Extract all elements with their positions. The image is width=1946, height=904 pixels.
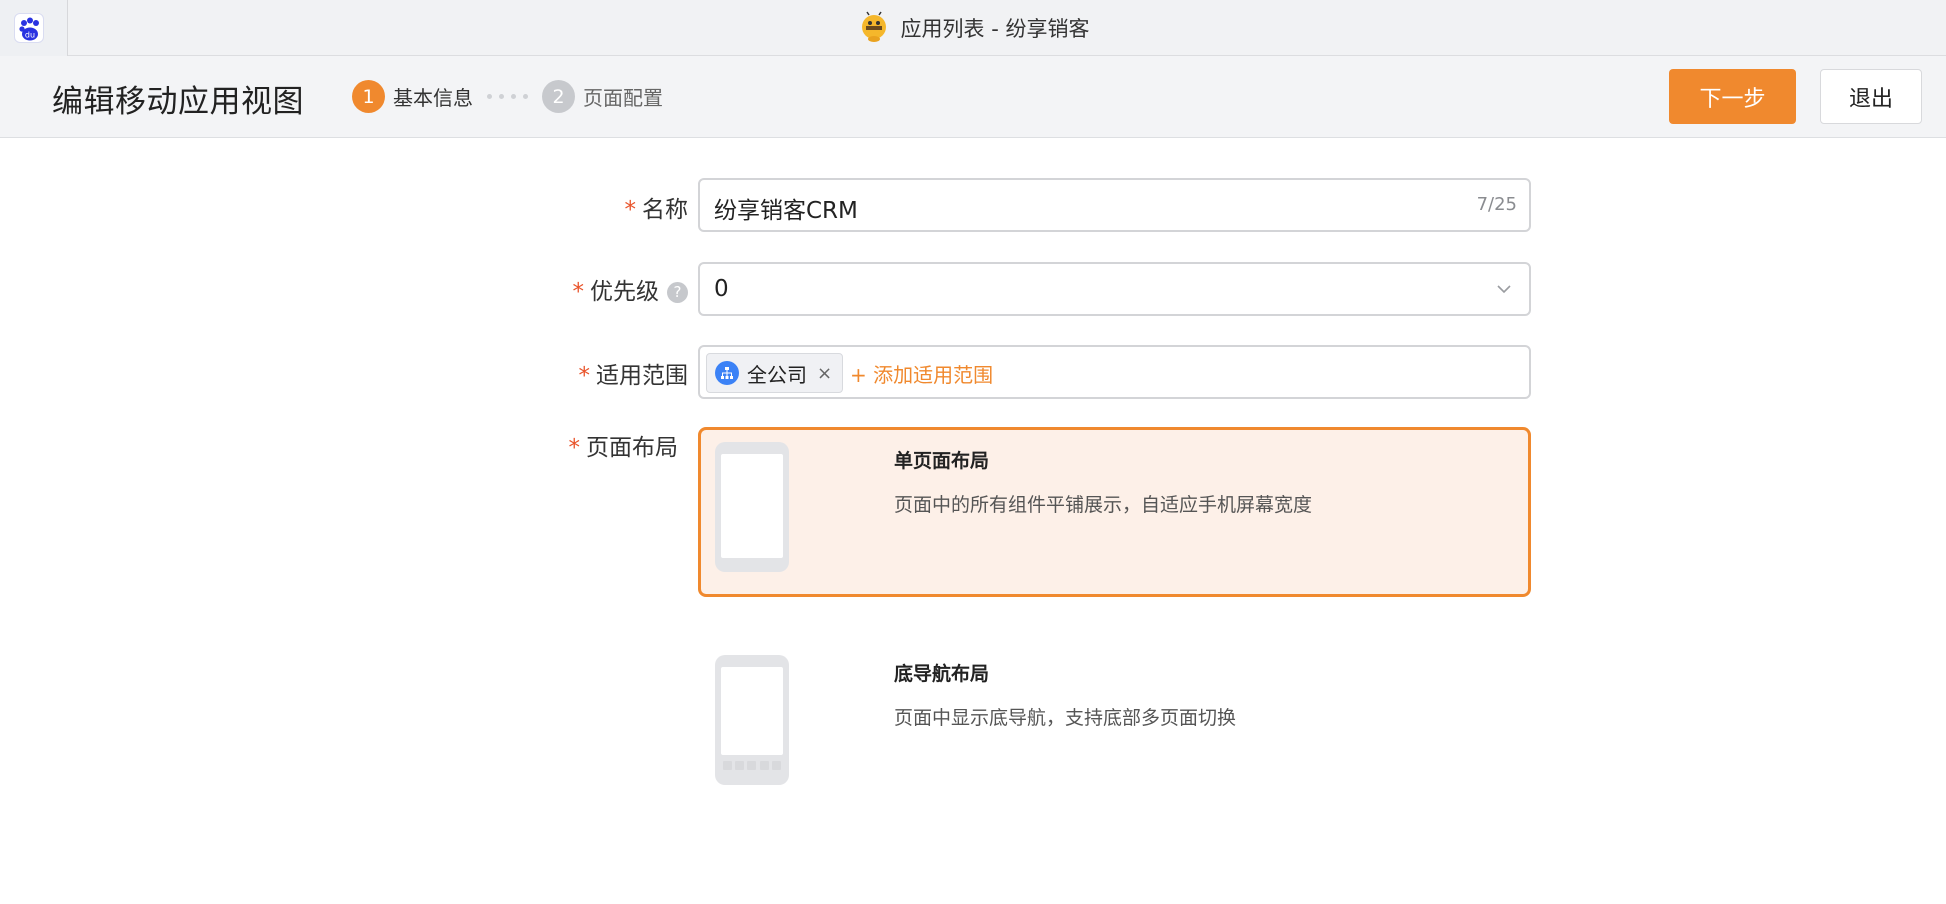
- close-icon[interactable]: ×: [817, 363, 832, 384]
- page-header: 编辑移动应用视图 1 基本信息 2 页面配置 下一步 退出: [0, 56, 1946, 138]
- window-title-bar: du 应用列表 - 纷享销客: [0, 0, 1946, 56]
- required-mark: *: [578, 363, 591, 389]
- priority-label: * 优先级?: [560, 272, 688, 306]
- layout-option-desc: 页面中的所有组件平铺展示，自适应手机屏幕宽度: [894, 494, 1313, 516]
- phone-preview-icon: [715, 442, 789, 572]
- scope-field[interactable]: 全公司 × + 添加适用范围: [698, 345, 1531, 399]
- step-label: 基本信息: [393, 86, 473, 110]
- priority-select[interactable]: 0: [698, 262, 1531, 316]
- scope-label-text: 适用范围: [596, 363, 688, 389]
- chevron-down-icon: [1497, 285, 1511, 294]
- org-structure-icon: [715, 361, 739, 385]
- step-connector: [487, 94, 528, 99]
- layout-label: * 页面布局: [560, 428, 679, 462]
- add-scope-link[interactable]: + 添加适用范围: [850, 359, 993, 388]
- scope-label: * 适用范围: [570, 356, 689, 390]
- step-number: 2: [542, 80, 575, 113]
- step-page-config[interactable]: 2 页面配置: [542, 80, 663, 113]
- exit-button[interactable]: 退出: [1820, 69, 1922, 124]
- page-title: 编辑移动应用视图: [52, 84, 304, 120]
- scope-tag-label: 全公司: [747, 362, 807, 387]
- help-icon[interactable]: ?: [667, 281, 688, 303]
- step-basic-info[interactable]: 1 基本信息: [352, 80, 473, 113]
- required-mark: *: [572, 279, 585, 305]
- layout-option-title: 底导航布局: [894, 663, 990, 685]
- layout-option-single-page[interactable]: 单页面布局 页面中的所有组件平铺展示，自适应手机屏幕宽度: [698, 427, 1531, 597]
- layout-option-desc: 页面中显示底导航，支持底部多页面切换: [894, 707, 1237, 729]
- layout-option-bottom-nav[interactable]: 底导航布局 页面中显示底导航，支持底部多页面切换: [698, 640, 1531, 810]
- window-title: 应用列表 - 纷享销客: [0, 0, 1946, 56]
- priority-select-value: 0: [714, 276, 729, 302]
- name-label: * 名称: [612, 190, 689, 224]
- name-input-value: 纷享销客CRM: [714, 198, 858, 224]
- step-number: 1: [352, 80, 385, 113]
- required-mark: *: [568, 435, 581, 461]
- bee-logo-icon: [861, 11, 886, 42]
- layout-option-title: 单页面布局: [894, 450, 990, 472]
- step-label: 页面配置: [583, 86, 663, 110]
- phone-preview-icon: [715, 655, 789, 785]
- step-indicator: 1 基本信息 2 页面配置: [352, 80, 663, 113]
- window-title-text: 应用列表 - 纷享销客: [900, 17, 1090, 41]
- required-mark: *: [624, 197, 637, 223]
- char-counter: 7/25: [1476, 194, 1517, 215]
- scope-tag: 全公司 ×: [706, 353, 844, 393]
- name-label-text: 名称: [642, 197, 688, 223]
- name-input[interactable]: 纷享销客CRM 7/25: [698, 178, 1531, 232]
- priority-label-text: 优先级: [590, 279, 659, 305]
- layout-label-text: 页面布局: [586, 435, 678, 461]
- next-step-button[interactable]: 下一步: [1669, 69, 1796, 124]
